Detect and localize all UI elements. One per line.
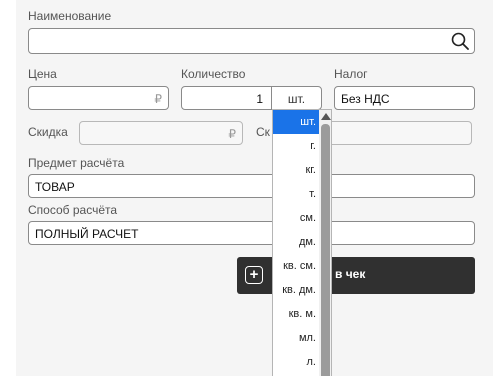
- subject-label: Предмет расчёта: [28, 156, 125, 170]
- unit-option[interactable]: кв. м.: [273, 302, 319, 326]
- price-label: Цена: [28, 67, 57, 81]
- plus-square-icon: +: [245, 266, 263, 284]
- subject-value: ТОВАР: [35, 180, 75, 194]
- unit-option[interactable]: кг.: [273, 158, 319, 182]
- method-value: ПОЛНЫЙ РАСЧЕТ: [35, 227, 139, 241]
- unit-option[interactable]: дм.: [273, 230, 319, 254]
- scroll-up-arrow-icon[interactable]: [321, 113, 331, 120]
- method-label: Способ расчёта: [28, 203, 118, 217]
- quantity-label: Количество: [181, 67, 246, 81]
- price-currency: ₽: [154, 92, 162, 106]
- unit-dropdown-list[interactable]: шт. г. кг. т. см. дм. кв. см. кв. дм. кв…: [272, 109, 332, 376]
- discount-label: Скидка: [28, 125, 68, 139]
- unit-option[interactable]: кв. дм.: [273, 278, 319, 302]
- name-input[interactable]: [28, 28, 475, 54]
- price-input[interactable]: ₽: [28, 86, 169, 110]
- method-select[interactable]: ПОЛНЫЙ РАСЧЕТ: [28, 221, 475, 245]
- unit-option[interactable]: шт.: [273, 110, 319, 134]
- left-margin: [0, 0, 16, 376]
- scroll-thumb[interactable]: [321, 124, 330, 376]
- unit-option[interactable]: г.: [273, 134, 319, 158]
- unit-select[interactable]: шт.: [271, 86, 322, 110]
- add-button-label: в чек: [335, 267, 366, 281]
- unit-option[interactable]: т.: [273, 182, 319, 206]
- discount-sum-label: Ск: [256, 125, 270, 139]
- unit-option[interactable]: мл.: [273, 326, 319, 350]
- unit-option[interactable]: кв. см.: [273, 254, 319, 278]
- tax-value: Без НДС: [341, 92, 390, 106]
- subject-select[interactable]: ТОВАР: [28, 174, 475, 198]
- tax-label: Налог: [334, 67, 368, 81]
- unit-option[interactable]: л.: [273, 350, 319, 374]
- unit-value: шт.: [287, 92, 306, 106]
- quantity-input[interactable]: 1: [181, 86, 272, 110]
- name-label: Наименование: [28, 9, 112, 23]
- search-icon[interactable]: [451, 32, 469, 50]
- discount-input[interactable]: ₽: [79, 121, 243, 145]
- quantity-value: 1: [256, 92, 263, 106]
- tax-select[interactable]: Без НДС: [334, 86, 475, 110]
- discount-currency: ₽: [228, 127, 236, 141]
- unit-option[interactable]: см.: [273, 206, 319, 230]
- dropdown-scrollbar[interactable]: [319, 110, 331, 376]
